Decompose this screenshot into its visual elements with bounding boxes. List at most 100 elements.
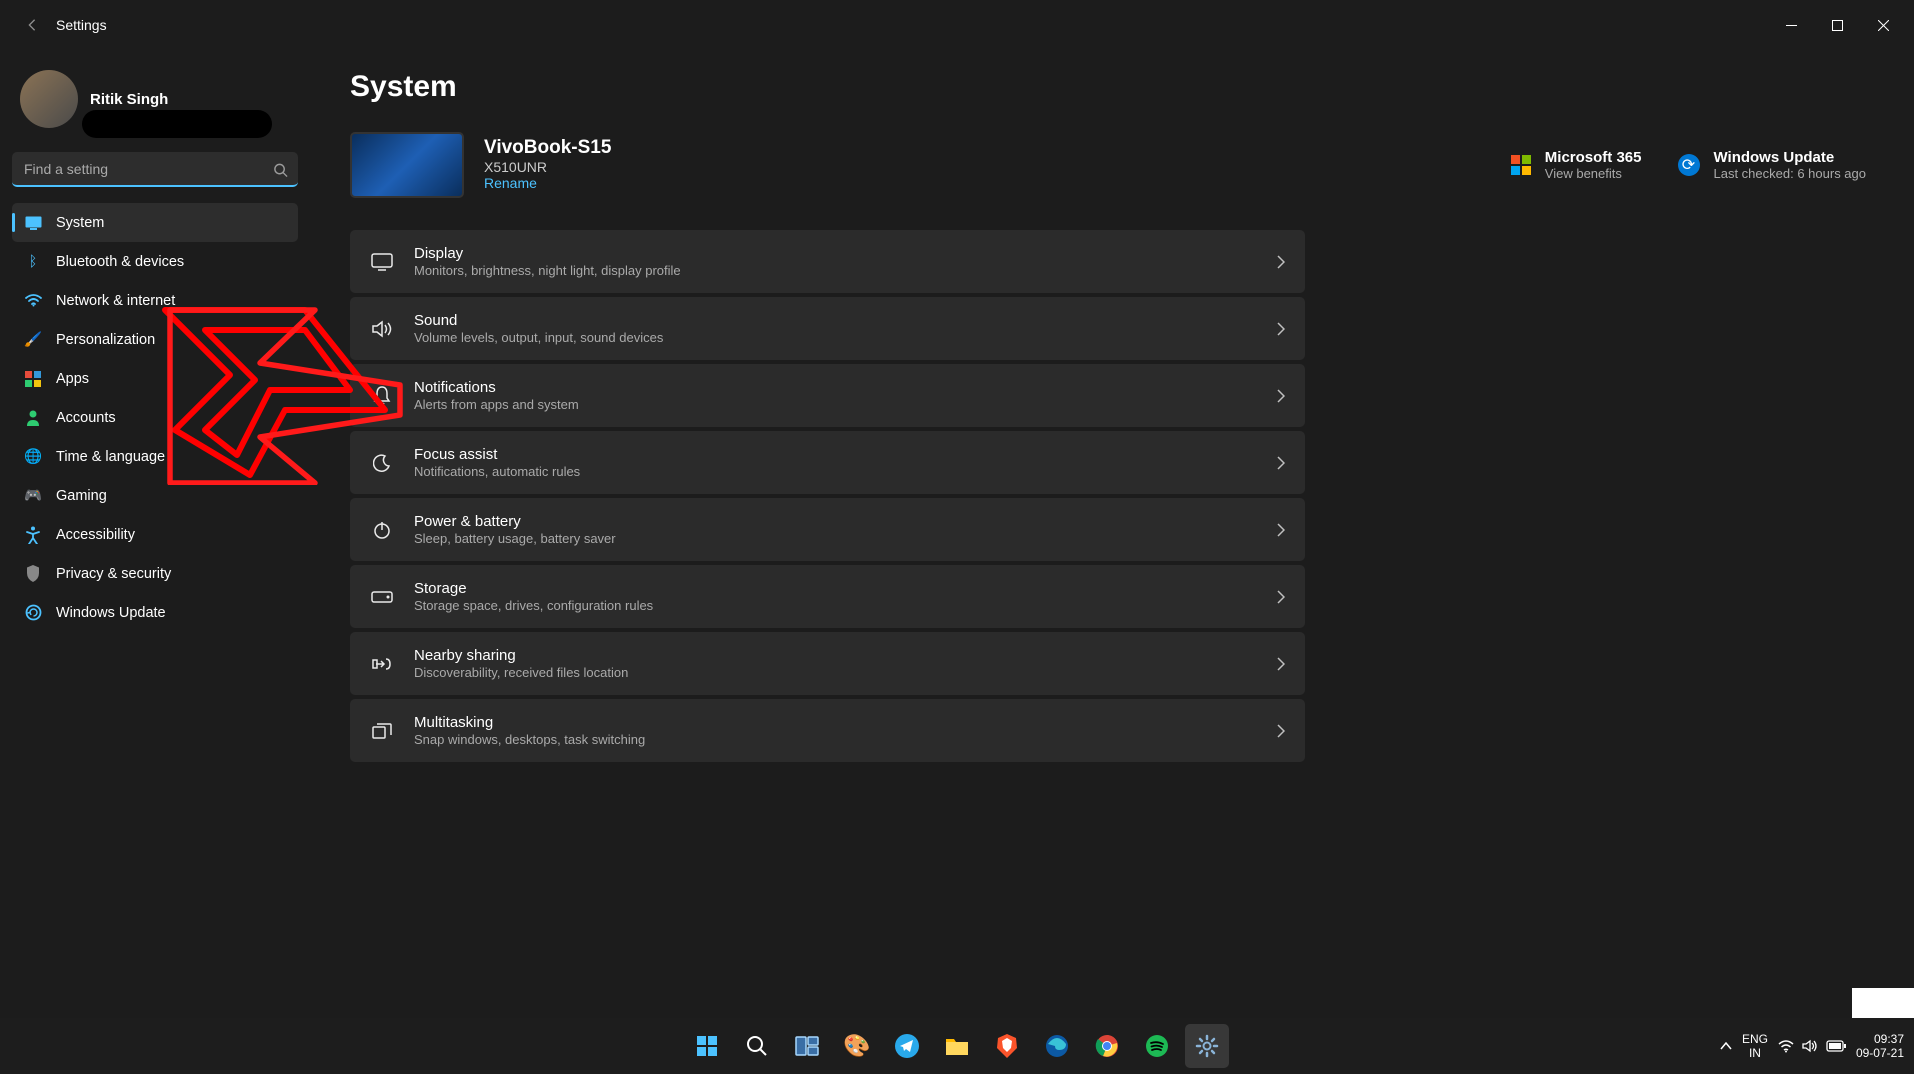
setting-multitasking[interactable]: MultitaskingSnap windows, desktops, task… (350, 699, 1305, 762)
nav-label: Privacy & security (56, 566, 171, 582)
taskbar-app-telegram[interactable] (885, 1024, 929, 1068)
setting-title: Notifications (414, 379, 1257, 396)
nav-windows-update[interactable]: Windows Update (12, 593, 298, 632)
spotify-icon (1145, 1034, 1169, 1058)
white-box-overlay (1852, 988, 1914, 1018)
nav-label: Personalization (56, 332, 155, 348)
search-wrap (12, 152, 298, 187)
display-icon (370, 253, 394, 271)
taskbar-app-edge[interactable] (1035, 1024, 1079, 1068)
user-name: Ritik Singh (90, 91, 168, 108)
nav-personalization[interactable]: 🖌️ Personalization (12, 320, 298, 359)
device-thumbnail[interactable] (350, 132, 464, 198)
nav-label: Windows Update (56, 605, 166, 621)
titlebar: Settings (0, 0, 1914, 50)
setting-sound[interactable]: SoundVolume levels, output, input, sound… (350, 297, 1305, 360)
taskbar-app-settings[interactable] (1185, 1024, 1229, 1068)
taskbar-app-explorer[interactable] (935, 1024, 979, 1068)
search-input[interactable] (12, 152, 298, 187)
back-button[interactable] (20, 13, 44, 37)
language-indicator[interactable]: ENG IN (1742, 1032, 1768, 1061)
nav-system[interactable]: System (12, 203, 298, 242)
battery-tray-icon (1826, 1040, 1846, 1052)
nav-privacy[interactable]: Privacy & security (12, 554, 298, 593)
chevron-right-icon (1277, 389, 1285, 403)
nav-label: Bluetooth & devices (56, 254, 184, 270)
setting-title: Power & battery (414, 513, 1257, 530)
setting-title: Storage (414, 580, 1257, 597)
window-title: Settings (56, 17, 107, 33)
main-content: System VivoBook-S15 X510UNR Rename Micro… (310, 50, 1914, 1018)
update-sub: Last checked: 6 hours ago (1714, 166, 1867, 181)
chevron-right-icon (1277, 590, 1285, 604)
time: 09:37 (1856, 1032, 1904, 1046)
taskbar-search[interactable] (735, 1024, 779, 1068)
bluetooth-icon: ᛒ (24, 253, 42, 271)
nav-label: Apps (56, 371, 89, 387)
windows-update-link[interactable]: ⟳ Windows Update Last checked: 6 hours a… (1678, 149, 1867, 181)
tray-chevron[interactable] (1720, 1042, 1732, 1050)
chevron-right-icon (1277, 456, 1285, 470)
nav-time-language[interactable]: 🌐 Time & language (12, 437, 298, 476)
moon-icon (370, 454, 394, 472)
nav-apps[interactable]: Apps (12, 359, 298, 398)
ms365-sub: View benefits (1545, 166, 1642, 181)
telegram-icon (895, 1034, 919, 1058)
user-section[interactable]: Ritik Singh (12, 50, 298, 152)
maximize-button[interactable] (1814, 9, 1860, 41)
nav-bluetooth[interactable]: ᛒ Bluetooth & devices (12, 242, 298, 281)
device-name: VivoBook-S15 (484, 137, 1491, 159)
setting-title: Display (414, 245, 1257, 262)
setting-title: Focus assist (414, 446, 1257, 463)
accessibility-icon (24, 526, 42, 544)
setting-focus-assist[interactable]: Focus assistNotifications, automatic rul… (350, 431, 1305, 494)
task-view[interactable] (785, 1024, 829, 1068)
taskbar-app-spotify[interactable] (1135, 1024, 1179, 1068)
taskbar-tray: ENG IN 09:37 09-07-21 (1720, 1032, 1904, 1061)
wifi-icon (24, 292, 42, 310)
chevron-right-icon (1277, 322, 1285, 336)
taskbar-app-chrome[interactable] (1085, 1024, 1129, 1068)
multitask-icon (370, 723, 394, 739)
lang-line2: IN (1742, 1046, 1768, 1060)
rename-link[interactable]: Rename (484, 175, 537, 191)
setting-power-battery[interactable]: Power & batterySleep, battery usage, bat… (350, 498, 1305, 561)
window-controls (1768, 9, 1906, 41)
gamepad-icon: 🎮 (24, 487, 42, 505)
minimize-button[interactable] (1768, 9, 1814, 41)
close-icon (1878, 20, 1889, 31)
setting-title: Multitasking (414, 714, 1257, 731)
setting-desc: Sleep, battery usage, battery saver (414, 531, 1257, 546)
setting-nearby-sharing[interactable]: Nearby sharingDiscoverability, received … (350, 632, 1305, 695)
nav-label: Gaming (56, 488, 107, 504)
nav-gaming[interactable]: 🎮 Gaming (12, 476, 298, 515)
brave-icon (996, 1034, 1018, 1058)
close-button[interactable] (1860, 9, 1906, 41)
setting-display[interactable]: DisplayMonitors, brightness, night light… (350, 230, 1305, 293)
nav-accessibility[interactable]: Accessibility (12, 515, 298, 554)
person-icon (24, 409, 42, 427)
sound-icon (370, 320, 394, 338)
start-button[interactable] (685, 1024, 729, 1068)
system-icon (24, 214, 42, 232)
task-view-icon (795, 1036, 819, 1056)
clock[interactable]: 09:37 09-07-21 (1856, 1032, 1904, 1061)
settings-list: DisplayMonitors, brightness, night light… (350, 230, 1305, 762)
update-icon (24, 604, 42, 622)
nav-accounts[interactable]: Accounts (12, 398, 298, 437)
taskbar-app-paint[interactable]: 🎨 (835, 1024, 879, 1068)
nav-label: Time & language (56, 449, 165, 465)
power-icon (370, 521, 394, 539)
setting-notifications[interactable]: NotificationsAlerts from apps and system (350, 364, 1305, 427)
wifi-tray-icon (1778, 1040, 1794, 1053)
ms365-link[interactable]: Microsoft 365 View benefits (1511, 149, 1642, 181)
volume-tray-icon (1802, 1039, 1818, 1053)
setting-storage[interactable]: StorageStorage space, drives, configurat… (350, 565, 1305, 628)
taskbar-app-brave[interactable] (985, 1024, 1029, 1068)
nav-network[interactable]: Network & internet (12, 281, 298, 320)
setting-desc: Storage space, drives, configuration rul… (414, 598, 1257, 613)
sidebar: Ritik Singh System ᛒ Bluetooth & devices (0, 50, 310, 1018)
page-title: System (350, 70, 1866, 104)
tray-icons[interactable] (1778, 1039, 1846, 1053)
shield-icon (24, 565, 42, 583)
